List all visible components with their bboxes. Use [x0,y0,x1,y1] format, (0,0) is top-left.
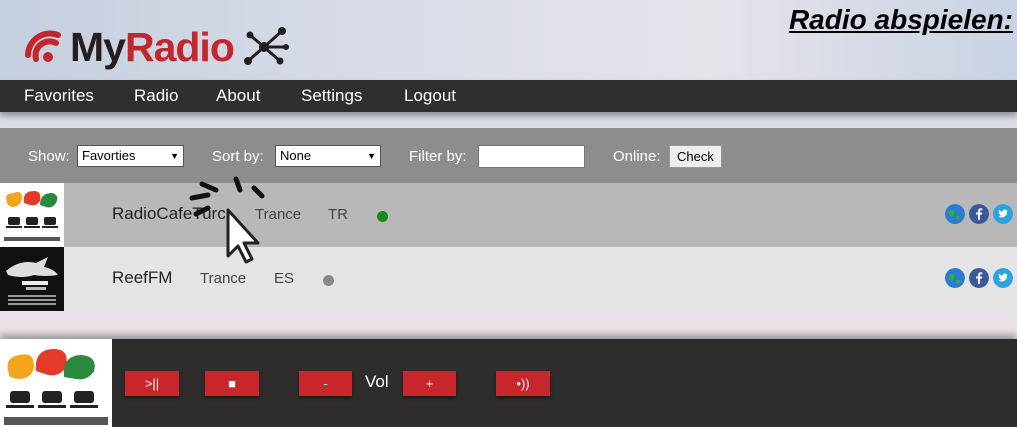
station-genre: Trance [255,206,302,223]
header: My Radio Radio abspielen: [0,0,1017,80]
status-offline-dot [323,275,334,286]
mute-button[interactable]: •)) [496,371,550,396]
globe-icon[interactable] [945,268,965,288]
volume-down-button[interactable]: - [299,371,352,396]
station-country: TR [328,206,348,223]
app-logo[interactable]: My Radio [24,22,290,72]
volume-up-button[interactable]: + [403,371,456,396]
facebook-icon[interactable] [969,268,989,288]
show-select-value: Favorties [82,148,136,163]
twitter-icon[interactable] [993,268,1013,288]
chevron-down-icon: ▼ [367,151,376,161]
sort-select[interactable]: None ▼ [275,145,381,167]
sort-label: Sort by: [212,148,264,165]
facebook-icon[interactable] [969,204,989,224]
sort-select-value: None [280,148,312,163]
logo-text-radio: Radio [124,23,235,70]
filter-label: Filter by: [409,148,467,165]
station-row[interactable]: RadioCafeTurc Trance TR [0,183,1017,247]
logo-text-my: My [70,23,126,70]
play-pause-button[interactable]: >|| [125,371,179,396]
main-nav: Favorites Radio About Settings Logout [0,80,1017,112]
station-country: ES [274,270,295,287]
radio-wave-icon [25,30,61,62]
nav-item-favorites[interactable]: Favorites [24,80,94,112]
show-select[interactable]: Favorties ▼ [77,145,184,167]
volume-label: Vol [365,372,389,391]
station-name[interactable]: RadioCafeTurc [112,204,226,224]
station-logo-radiocafeturc [0,183,64,247]
check-online-button[interactable]: Check [669,145,722,168]
player-bar: >|| ■ - Vol + •)) [0,339,1017,427]
chevron-down-icon: ▼ [170,151,179,161]
now-playing-cover [0,339,112,427]
globe-icon[interactable] [945,204,965,224]
stop-button[interactable]: ■ [205,371,259,396]
station-logo-reeffm [0,247,64,311]
page-heading: Radio abspielen: [788,4,1013,35]
online-label: Online: [613,148,661,165]
filter-input[interactable] [478,145,585,168]
twitter-icon[interactable] [993,204,1013,224]
station-name[interactable]: ReefFM [112,268,172,288]
show-label: Show: [28,148,70,165]
nav-item-logout[interactable]: Logout [404,80,456,112]
nav-item-settings[interactable]: Settings [301,80,362,112]
nav-item-about[interactable]: About [216,80,260,112]
station-row[interactable]: ReefFM Trance ES [0,247,1017,311]
station-genre: Trance [200,270,247,287]
network-icon [243,27,289,65]
nav-item-radio[interactable]: Radio [134,80,178,112]
filter-bar: Show: Favorties ▼ Sort by: None ▼ Filter… [0,128,1017,183]
status-online-dot [377,211,388,222]
